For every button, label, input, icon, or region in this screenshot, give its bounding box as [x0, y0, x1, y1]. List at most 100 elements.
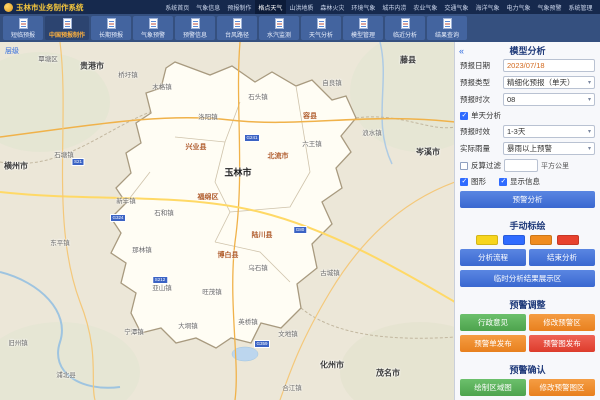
- tab-label: 模型管理: [351, 30, 375, 39]
- plot-color-chip-2[interactable]: [530, 235, 552, 245]
- actual-rain-row: 实际雨量 暴雨以上预警▾: [460, 142, 595, 155]
- filter-area-input[interactable]: [504, 159, 538, 172]
- forecast-time-row: 预报时次 08▾: [460, 93, 595, 106]
- forecast-date-row: 预报日期 2023/07/18: [460, 59, 595, 72]
- topnav-item[interactable]: 电力气象: [503, 0, 534, 14]
- warning-confirm-title: 预警确认: [455, 363, 600, 376]
- map-level-link[interactable]: 层级: [5, 46, 19, 56]
- tab-5[interactable]: 台风路径: [217, 16, 257, 40]
- single-day-checkbox[interactable]: [460, 112, 468, 120]
- tab-10[interactable]: 结果查询: [427, 16, 467, 40]
- admin-opinion-button[interactable]: 行政意见: [460, 314, 526, 331]
- tab-1[interactable]: 中国预报制作: [45, 16, 89, 40]
- chevron-down-icon: ▾: [588, 79, 591, 86]
- topnav-item[interactable]: 气象信息: [193, 0, 224, 14]
- modify-warning-area-button[interactable]: 修改预警区: [529, 314, 595, 331]
- map-canvas: [0, 42, 454, 400]
- plot-color-chip-3[interactable]: [557, 235, 579, 245]
- chevron-down-icon: ▾: [588, 145, 591, 152]
- confirm-row-1: 绘制区域图 修改预警图区: [460, 379, 595, 396]
- collapse-panel-icon[interactable]: «: [459, 46, 464, 56]
- graph-checkbox[interactable]: [460, 178, 468, 186]
- plot-color-chip-0[interactable]: [476, 235, 498, 245]
- warning-map-publish-button[interactable]: 预警图发布: [529, 335, 595, 352]
- tab-6[interactable]: 水汽监测: [259, 16, 299, 40]
- analysis-flow-button[interactable]: 分析流程: [460, 249, 526, 266]
- temp-result-row: 临时分析结果展示区: [460, 270, 595, 287]
- main-content: 层级 覃塘区贵港市桥圩镇木格镇洛阳镇石头镇自良镇容县六王镇浪水镇藤县岑溪市横州市…: [0, 42, 600, 400]
- end-analysis-button[interactable]: 结束分析: [529, 249, 595, 266]
- forecast-type-row: 预报类型 精细化预报（单天）▾: [460, 76, 595, 89]
- forecast-time-select[interactable]: 08▾: [503, 93, 595, 106]
- tab-2[interactable]: 长期预报: [91, 16, 131, 40]
- tab-9[interactable]: 临近分析: [385, 16, 425, 40]
- graph-label: 图形: [471, 176, 486, 187]
- map-area[interactable]: 层级 覃塘区贵港市桥圩镇木格镇洛阳镇石头镇自良镇容县六王镇浪水镇藤县岑溪市横州市…: [0, 42, 454, 400]
- document-icon: [443, 18, 452, 29]
- document-icon: [359, 18, 368, 29]
- topnav-item[interactable]: 系统管理: [565, 0, 596, 14]
- plot-color-chip-1[interactable]: [503, 235, 525, 245]
- topnav-item[interactable]: 环境气象: [348, 0, 379, 14]
- document-icon: [401, 18, 410, 29]
- tab-8[interactable]: 模型管理: [343, 16, 383, 40]
- topnav-item[interactable]: 农业气象: [410, 0, 441, 14]
- document-icon: [149, 18, 158, 29]
- warning-adjust-title: 预警调整: [455, 298, 600, 311]
- filter-label: 反算过滤: [471, 160, 501, 171]
- topnav-item[interactable]: 格点天气: [255, 0, 286, 14]
- tab-bar: 短临预报中国预报制作长期预报气象预警预警信息 台风路径水汽监测天气分析模型管理 临近…: [0, 14, 600, 42]
- model-analysis-panel: « 模型分析 预报日期 2023/07/18 预报类型 精细化预报（单天）▾ 预…: [454, 42, 600, 400]
- topnav-item[interactable]: 预报制作: [224, 0, 255, 14]
- display-options-row: 图形 显示信息: [460, 176, 595, 187]
- tab-label: 结果查询: [435, 30, 459, 39]
- manual-plot-colors: [460, 235, 595, 245]
- draw-region-map-button[interactable]: 绘制区域图: [460, 379, 526, 396]
- show-info-checkbox[interactable]: [499, 178, 507, 186]
- forecast-type-label: 预报类型: [460, 77, 500, 88]
- topnav-item[interactable]: 气象预警: [534, 0, 565, 14]
- topnav-item[interactable]: 交通气象: [441, 0, 472, 14]
- actual-rain-value: 暴雨以上预警: [507, 143, 586, 154]
- actual-rain-select[interactable]: 暴雨以上预警▾: [503, 142, 595, 155]
- app-window: 玉林市业务制作系统 系统首页气象信息预报制作格点天气山洪地质森林火灾环境气象城市…: [0, 0, 600, 400]
- filter-checkbox[interactable]: [460, 162, 468, 170]
- forecast-period-select[interactable]: 1-3天▾: [503, 125, 595, 138]
- document-icon: [191, 18, 200, 29]
- document-icon: [107, 18, 116, 29]
- topnav-item[interactable]: 海洋气象: [472, 0, 503, 14]
- forecast-type-value: 精细化预报（单天）: [507, 77, 586, 88]
- top-bar: 玉林市业务制作系统 系统首页气象信息预报制作格点天气山洪地质森林火灾环境气象城市…: [0, 0, 600, 14]
- forecast-date-input[interactable]: 2023/07/18: [503, 59, 595, 72]
- warning-analyze-button[interactable]: 预警分析: [460, 191, 595, 208]
- app-logo-icon: [4, 3, 13, 12]
- temp-result-button[interactable]: 临时分析结果展示区: [460, 270, 595, 287]
- road-shield: G359: [254, 340, 270, 348]
- topnav-items: 系统首页气象信息预报制作格点天气山洪地质森林火灾环境气象城市内涝农业气象交通气象…: [162, 0, 596, 14]
- filter-unit-label: 平方公里: [541, 161, 569, 171]
- tab-4[interactable]: 预警信息: [175, 16, 215, 40]
- topnav-item[interactable]: 山洪地质: [286, 0, 317, 14]
- document-icon: [19, 18, 28, 29]
- analyze-row: 预警分析: [460, 191, 595, 208]
- tab-7[interactable]: 天气分析: [301, 16, 341, 40]
- topnav-item[interactable]: 森林火灾: [317, 0, 348, 14]
- road-shield: G324: [110, 214, 126, 222]
- show-info-label: 显示信息: [510, 176, 540, 187]
- warning-sheet-publish-button[interactable]: 预警单发布: [460, 335, 526, 352]
- modify-warning-map-button[interactable]: 修改预警图区: [529, 379, 595, 396]
- tab-0[interactable]: 短临预报: [3, 16, 43, 40]
- topnav-item[interactable]: 系统首页: [162, 0, 193, 14]
- forecast-type-select[interactable]: 精细化预报（单天）▾: [503, 76, 595, 89]
- forecast-time-value: 08: [507, 95, 586, 104]
- chevron-down-icon: ▾: [588, 96, 591, 103]
- document-icon: [63, 18, 72, 29]
- actual-rain-label: 实际雨量: [460, 143, 500, 154]
- document-icon: [233, 18, 242, 29]
- road-shield: S21: [71, 158, 84, 166]
- filter-row: 反算过滤 平方公里: [460, 159, 595, 172]
- tab-3[interactable]: 气象预警: [133, 16, 173, 40]
- chevron-down-icon: ▾: [588, 128, 591, 135]
- tab-label: 预警信息: [183, 30, 207, 39]
- topnav-item[interactable]: 城市内涝: [379, 0, 410, 14]
